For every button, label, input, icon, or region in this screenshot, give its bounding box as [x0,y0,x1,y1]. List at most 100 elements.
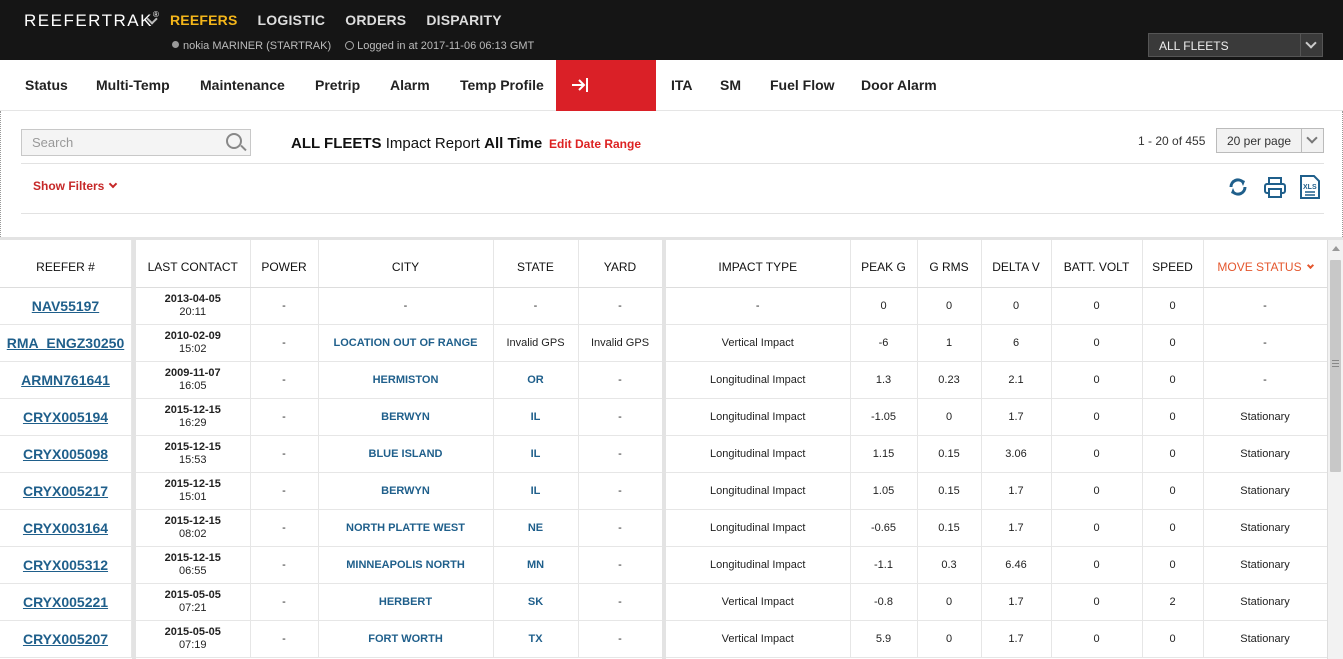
nav-reefers[interactable]: REEFERS [170,12,238,28]
table-row[interactable]: CRYX005207 [0,620,132,658]
col-header-peak-g[interactable]: PEAK G [850,240,918,288]
tab-temp-profile[interactable]: Temp Profile [460,60,544,111]
col-header-delta-v[interactable]: DELTA V [981,240,1052,288]
state-cell[interactable]: IL [493,435,579,473]
table-row[interactable]: CRYX005217 [0,472,132,510]
city-cell[interactable]: MINNEAPOLIS NORTH [318,546,494,584]
col-header-speed[interactable]: SPEED [1142,240,1204,288]
col-header-batt-volt[interactable]: BATT. VOLT [1051,240,1143,288]
table-row[interactable]: Longitudinal Impact 1.3 0.23 2.1 0 0- [666,361,1327,399]
table-row[interactable]: Longitudinal Impact 1.05 0.15 1.7 0 0 Stationa… [666,472,1327,510]
table-row[interactable]: 2015-12-15 15:01- BERWYN IL - [136,472,662,510]
table-row[interactable]: 2009-11-07 16:05- HERMISTON OR - [136,361,662,399]
city-cell[interactable]: NORTH PLATTE WEST [318,509,494,547]
state-cell[interactable]: OR [493,361,579,399]
col-header-impact-type[interactable]: IMPACT TYPE [666,240,851,288]
reefer-link[interactable]: NAV55197 [0,287,132,325]
col-header-city[interactable]: CITY [318,240,494,288]
edit-date-range-link[interactable]: Edit Date Range [549,137,641,151]
table-row[interactable]: -00000- [666,287,1327,325]
tab-pretrip[interactable]: Pretrip [315,60,360,111]
state-cell[interactable]: MN [493,546,579,584]
xls-export-icon[interactable]: XLS [1299,175,1321,199]
table-row[interactable]: CRYX005098 [0,435,132,473]
table-row[interactable]: RMA_ENGZ30250 [0,324,132,362]
scrollbar-thumb[interactable] [1330,260,1341,472]
table-row[interactable]: Longitudinal Impact -1.1 0.3 6.46 0 0 Stationa… [666,546,1327,584]
city-cell[interactable]: HERMISTON [318,361,494,399]
table-row[interactable]: CRYX005312 [0,546,132,584]
nav-orders[interactable]: ORDERS [345,12,406,28]
table-row[interactable]: Longitudinal Impact -1.05 0 1.7 0 0 Stationary [666,398,1327,436]
table-row[interactable]: 2015-12-15 15:53- BLUE ISLAND IL - [136,435,662,473]
tab-maintenance[interactable]: Maintenance [200,60,285,111]
table-row[interactable]: Vertical Impact -0.8 0 1.7 0 2 Stationary [666,583,1327,621]
col-header-move-status[interactable]: MOVE STATUS [1203,240,1327,288]
tab-impact[interactable]: Impact [556,60,656,144]
print-icon[interactable] [1264,175,1286,199]
table-row[interactable]: 2010-02-09 15:02- LOCATION OUT OF RANGE Inv… [136,324,662,362]
table-row[interactable]: 2015-05-05 07:21- HERBERT SK - [136,583,662,621]
table-row[interactable]: 2013-04-05 20:11- - - - [136,287,662,325]
vertical-scrollbar[interactable] [1327,240,1343,659]
col-header-last-contact[interactable]: LAST CONTACT [136,240,251,288]
tab-fuel-flow[interactable]: Fuel Flow [770,60,835,111]
table-row[interactable]: Vertical Impact 5.9 0 1.7 0 0 Stationary [666,620,1327,658]
table-row[interactable]: Vertical Impact -6 1 6 0 0- [666,324,1327,362]
col-header-reefer[interactable]: REEFER # [0,240,132,288]
table-row[interactable]: Longitudinal Impact -0.65 0.15 1.7 0 0 Station… [666,509,1327,547]
col-header-g-rms[interactable]: G RMS [917,240,982,288]
table-row[interactable]: NAV55197 [0,287,132,325]
city-cell[interactable]: HERBERT [318,583,494,621]
brand-logo[interactable]: REEFERTRAK® [24,10,160,31]
reefer-link[interactable]: CRYX005312 [0,546,132,584]
reefer-link[interactable]: RMA_ENGZ30250 [0,324,132,362]
state-cell[interactable]: IL [493,472,579,510]
city-cell[interactable]: BLUE ISLAND [318,435,494,473]
table-row[interactable]: CRYX005221 [0,583,132,621]
refresh-icon[interactable] [1227,175,1249,199]
show-filters-button[interactable]: Show Filters [33,179,118,193]
city-cell[interactable]: BERWYN [318,398,494,436]
scroll-up-icon[interactable] [1332,246,1340,251]
city-cell[interactable]: BERWYN [318,472,494,510]
table-row[interactable]: CRYX003164 [0,509,132,547]
state-cell[interactable]: TX [493,620,579,658]
fleet-select[interactable]: ALL FLEETS [1148,33,1323,57]
tab-door-alarm[interactable]: Door Alarm [861,60,937,111]
table-row[interactable]: ARMN761641 [0,361,132,399]
city-cell[interactable]: FORT WORTH [318,620,494,658]
tab-multi-temp[interactable]: Multi-Temp [96,60,170,111]
reefer-link[interactable]: CRYX005221 [0,583,132,621]
reefer-link[interactable]: CRYX005217 [0,472,132,510]
search-input[interactable]: Search [21,129,251,156]
per-page-select[interactable]: 20 per page [1216,128,1324,153]
col-header-state[interactable]: STATE [493,240,579,288]
tab-sm[interactable]: SM [720,60,741,111]
nav-disparity[interactable]: DISPARITY [426,12,501,28]
table-row[interactable]: 2015-12-15 08:02- NORTH PLATTE WEST NE - [136,509,662,547]
col-header-power[interactable]: POWER [250,240,319,288]
state-cell[interactable]: SK [493,583,579,621]
reefer-link[interactable]: CRYX005194 [0,398,132,436]
reefer-link[interactable]: CRYX003164 [0,509,132,547]
col-header-yard[interactable]: YARD [578,240,662,288]
tab-status[interactable]: Status [25,60,68,111]
table-row[interactable]: Longitudinal Impact 1.15 0.15 3.06 0 0 Station… [666,435,1327,473]
reefer-link[interactable]: ARMN761641 [0,361,132,399]
nav-logistic[interactable]: LOGISTIC [258,12,326,28]
tab-alarm[interactable]: Alarm [390,60,430,111]
table-row[interactable]: CRYX005194 [0,398,132,436]
city-cell[interactable]: LOCATION OUT OF RANGE [318,324,494,362]
state-cell[interactable]: NE [493,509,579,547]
table-row[interactable]: 2015-12-15 16:29- BERWYN IL - [136,398,662,436]
state-cell[interactable]: IL [493,398,579,436]
reefer-link[interactable]: CRYX005207 [0,620,132,658]
table-row[interactable]: 2015-12-15 06:55- MINNEAPOLIS NORTH MN - [136,546,662,584]
search-icon[interactable] [226,133,242,149]
power-cell: - [250,324,319,362]
table-row[interactable]: 2015-05-05 07:19- FORT WORTH TX - [136,620,662,658]
tab-ita[interactable]: ITA [671,60,693,111]
move-status-cell: Stationary [1203,398,1327,436]
reefer-link[interactable]: CRYX005098 [0,435,132,473]
